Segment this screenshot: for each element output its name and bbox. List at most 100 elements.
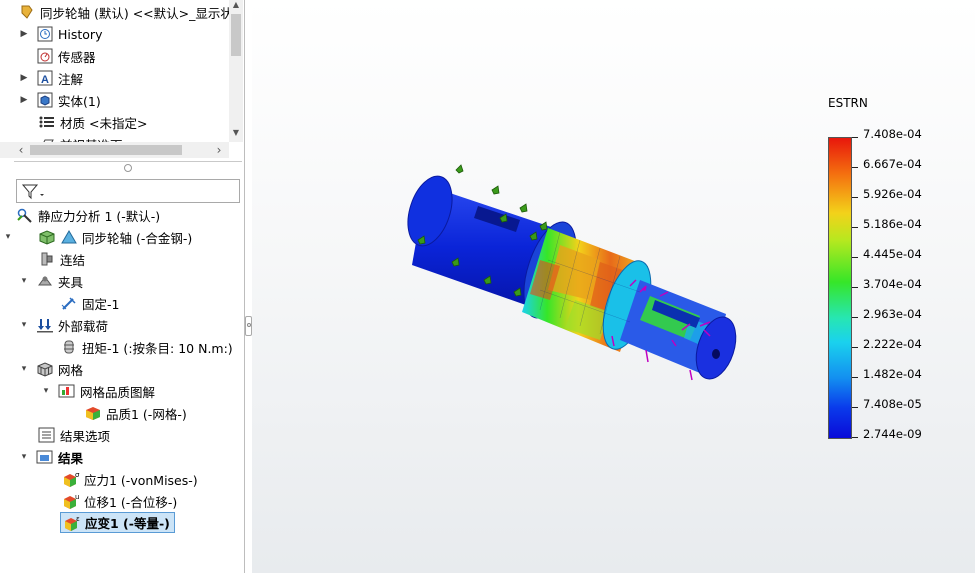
- mesh-part-icon: [38, 229, 56, 245]
- scroll-up-icon[interactable]: ▲: [229, 0, 243, 12]
- tree-item-label: 同步轮轴 (-合金钢-): [82, 230, 193, 246]
- svg-text:ε: ε: [76, 515, 80, 523]
- collapse-arrow-icon[interactable]: ▾: [18, 320, 30, 330]
- tree-item-result-options[interactable]: 结果选项: [38, 425, 110, 445]
- tree-item-external-loads[interactable]: ▾ 外部载荷: [18, 315, 108, 335]
- collapse-arrow-icon[interactable]: ▾: [40, 386, 52, 396]
- tree-item-label: 应力1 (-vonMises-): [84, 472, 198, 488]
- tree-item-torque-1[interactable]: 扭矩-1 (:按条目: 10 N.m:): [60, 337, 233, 357]
- tree-item-label: 扭矩-1 (:按条目: 10 N.m:): [82, 340, 233, 356]
- panel-divider: [14, 161, 242, 162]
- tree-horizontal-scrollbar[interactable]: ‹ ›: [0, 142, 229, 158]
- filter-icon[interactable]: [21, 183, 47, 201]
- tree-item-strain-1[interactable]: ε 应变1 (-等量-): [60, 512, 175, 533]
- tree-item-connections[interactable]: 连结: [38, 249, 85, 269]
- tree-item-label: 材质 <未指定>: [60, 115, 148, 131]
- tree-item-fixtures[interactable]: ▾ 夹具: [18, 271, 83, 291]
- solid-body-icon: [36, 92, 54, 108]
- folder-plot-icon: [58, 383, 76, 399]
- history-icon: [36, 26, 54, 42]
- feature-manager-panel: 同步轮轴 (默认) <<默认>_显示状态 ▶ History 传感器 ▶ A 注…: [0, 0, 245, 573]
- svg-text:A: A: [41, 74, 49, 86]
- scroll-right-icon[interactable]: ›: [212, 143, 226, 157]
- tree-item-history[interactable]: ▶ History: [18, 24, 102, 44]
- tree-item-stress-1[interactable]: σ 应力1 (-vonMises-): [62, 469, 198, 489]
- tree-item-fixed-1[interactable]: 固定-1: [60, 293, 119, 313]
- legend-label: 3.704e-04: [863, 277, 922, 291]
- result-options-icon: [38, 427, 56, 443]
- connections-icon: [38, 251, 56, 267]
- panel-collapse-handle[interactable]: [245, 316, 252, 336]
- displacement-plot-icon: u: [62, 493, 80, 509]
- tree-item-label: 结果: [58, 450, 84, 466]
- result-plot-icon: [84, 405, 102, 421]
- part-root-label: 同步轮轴 (默认) <<默认>_显示状态: [40, 5, 243, 21]
- tree-item-label: History: [58, 26, 103, 42]
- strain-plot-icon: ε: [63, 515, 81, 531]
- tree-item-material[interactable]: 材质 <未指定>: [38, 112, 147, 132]
- material-icon: [38, 114, 56, 130]
- legend-label: 7.408e-04: [863, 127, 922, 141]
- tree-item-displacement-1[interactable]: u 位移1 (-合位移-): [62, 491, 177, 511]
- tree-item-label: 网格: [58, 362, 84, 378]
- tree-item-label: 注解: [58, 71, 84, 87]
- legend-ticks: [852, 137, 860, 439]
- annotation-icon: A: [36, 70, 54, 86]
- collapse-arrow-icon[interactable]: ▾: [2, 232, 14, 242]
- scroll-down-icon[interactable]: ▼: [229, 128, 243, 140]
- legend-color-bar: [828, 137, 852, 439]
- tree-item-solid-bodies[interactable]: ▶ 实体(1): [18, 90, 101, 110]
- tree-item-annotations[interactable]: ▶ A 注解: [18, 68, 83, 88]
- tree-item-sensors[interactable]: 传感器: [36, 46, 96, 66]
- expand-arrow-icon[interactable]: ▶: [18, 95, 30, 105]
- legend-label: 5.186e-04: [863, 217, 922, 231]
- collapse-arrow-icon[interactable]: ▾: [18, 364, 30, 374]
- collapse-arrow-icon[interactable]: ▾: [18, 452, 30, 462]
- legend-label: 7.408e-05: [863, 397, 922, 411]
- splitter-handle[interactable]: [124, 164, 132, 172]
- part-shape-icon: [60, 229, 78, 245]
- collapse-arrow-icon[interactable]: ▾: [18, 276, 30, 286]
- tree-item-mesh[interactable]: ▾ 网格: [18, 359, 83, 379]
- external-loads-icon: [36, 317, 54, 333]
- tree-vertical-scrollbar[interactable]: ▲ ▼: [229, 0, 243, 142]
- legend-label: 6.667e-04: [863, 157, 922, 171]
- tree-item-label: 应变1 (-等量-): [85, 516, 170, 531]
- feature-tree-top: 同步轮轴 (默认) <<默认>_显示状态 ▶ History 传感器 ▶ A 注…: [0, 0, 243, 160]
- tree-item-label: 品质1 (-网格-): [106, 406, 187, 422]
- results-folder-icon: [36, 449, 54, 465]
- expand-arrow-icon[interactable]: ▶: [18, 73, 30, 83]
- tree-item-quality-1[interactable]: 品质1 (-网格-): [84, 403, 187, 423]
- expand-arrow-icon[interactable]: ▶: [18, 29, 30, 39]
- legend-label: 2.963e-04: [863, 307, 922, 321]
- tree-item-label: 外部载荷: [58, 318, 109, 334]
- tree-item-part[interactable]: ▾ 同步轮轴 (-合金钢-): [2, 227, 192, 247]
- tree-item-label: 网格品质图解: [80, 384, 156, 400]
- svg-text:σ: σ: [75, 471, 80, 479]
- tree-item-label: 实体(1): [58, 93, 101, 109]
- tree-item-label: 静应力分析 1 (-默认-): [38, 208, 161, 224]
- tree-filter-box[interactable]: [16, 179, 240, 203]
- tree-item-study[interactable]: 静应力分析 1 (-默认-): [16, 205, 160, 225]
- legend-label: 2.222e-04: [863, 337, 922, 351]
- tree-item-label: 结果选项: [60, 428, 111, 444]
- tree-item-results[interactable]: ▾ 结果: [18, 447, 83, 467]
- static-study-icon: [16, 207, 34, 223]
- legend-label: 1.482e-04: [863, 367, 922, 381]
- tree-item-label: 传感器: [58, 49, 96, 65]
- legend-label: 4.445e-04: [863, 247, 922, 261]
- tree-item-label: 夹具: [58, 274, 84, 290]
- stress-plot-icon: σ: [62, 471, 80, 487]
- mesh-icon: [36, 361, 54, 377]
- scrollbar-thumb[interactable]: [30, 145, 182, 155]
- scroll-left-icon[interactable]: ‹: [14, 143, 28, 157]
- part-icon: [18, 4, 36, 20]
- tree-item-mesh-quality-plot[interactable]: ▾ 网格品质图解: [40, 381, 155, 401]
- legend-label: 2.744e-09: [863, 427, 922, 441]
- legend-label: 5.926e-04: [863, 187, 922, 201]
- fixtures-icon: [36, 273, 54, 289]
- legend-title: ESTRN: [828, 96, 868, 110]
- tree-item-label: 连结: [60, 252, 86, 268]
- part-root-item[interactable]: 同步轮轴 (默认) <<默认>_显示状态: [18, 2, 243, 22]
- scrollbar-thumb[interactable]: [231, 14, 241, 56]
